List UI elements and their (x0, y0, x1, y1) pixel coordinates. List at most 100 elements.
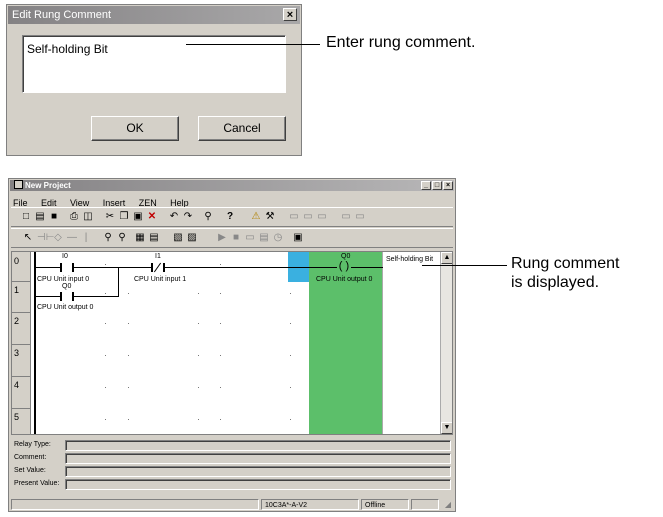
coil-q0-name: CPU Unit output 0 (316, 276, 373, 283)
transfer-2-icon[interactable]: ▭ (301, 210, 315, 224)
toolbar-2: ↖ ⊣⊢ ◇ — | ⚲ ⚲ ▦ ▤ ▧ ▨ ▶ ■ ▭ ▤ ◷ ▣ (11, 228, 453, 248)
branch-line-vertical-left (36, 267, 37, 297)
toolbar-1: □ ▤ ■ ⎙ ◫ ✂ ❐ ▣ ✕ ↶ ↷ ⚲ ? ⚠ ⚒ ▭ ▭ ▭ ▭ ▭ (11, 207, 453, 227)
save-icon[interactable]: ■ (47, 210, 61, 224)
scroll-down-arrow-icon[interactable]: ▼ (441, 422, 452, 434)
vertical-scrollbar[interactable]: ▲ ▼ (440, 252, 452, 434)
hline-icon[interactable]: — (65, 231, 79, 245)
callout-displayed-line1: Rung comment (511, 255, 620, 272)
row-number: 2 (14, 316, 20, 326)
warning-icon[interactable]: ⚠ (249, 210, 263, 224)
program-2-icon[interactable]: ▨ (185, 231, 199, 245)
rung-comment-display: Self-holding Bit (386, 256, 434, 263)
main-window: New Project _ □ × File Edit View Insert … (8, 178, 456, 512)
coil-icon[interactable]: ◇ (51, 231, 65, 245)
redo-icon[interactable]: ↷ (181, 210, 195, 224)
status-model: 10C3A*-A-V2 (261, 499, 359, 510)
contact-no-icon[interactable]: ⊣⊢ (37, 231, 54, 245)
resize-grip-icon[interactable]: ◢ (445, 500, 451, 509)
copy-icon[interactable]: ❐ (117, 210, 131, 224)
zoom-out-icon[interactable]: ⚲ (115, 231, 129, 245)
stop-icon[interactable]: ■ (229, 231, 243, 245)
ladder-editor[interactable]: 0 1 2 3 4 5 I0 CPU Unit input 0 I1 CPU U… (11, 251, 453, 435)
status-mode: Offline (361, 499, 409, 510)
contact-i1-address: I1 (155, 253, 161, 260)
transfer-5-icon[interactable]: ▭ (353, 210, 367, 224)
row-number: 1 (14, 285, 20, 295)
comment-label: Comment: (14, 454, 47, 461)
print-icon[interactable]: ⎙ (67, 210, 81, 224)
print-preview-icon[interactable]: ◫ (81, 210, 95, 224)
contact-i1-nc[interactable] (151, 262, 165, 273)
program-1-icon[interactable]: ▧ (171, 231, 185, 245)
contact-i0[interactable] (60, 263, 74, 272)
row-number: 4 (14, 380, 20, 390)
online-icon[interactable]: ▣ (291, 231, 305, 245)
status-extra (411, 499, 439, 510)
coil-q0[interactable]: ( ) (337, 261, 351, 273)
edit-rung-comment-dialog: Edit Rung Comment × Self-holding Bit OK … (6, 4, 302, 156)
minimize-button[interactable]: _ (421, 181, 431, 190)
dialog-title: Edit Rung Comment (12, 9, 112, 21)
zoom-in-icon[interactable]: ⚲ (101, 231, 115, 245)
main-titlebar: New Project (10, 180, 454, 191)
tool-icon[interactable]: ⚒ (263, 210, 277, 224)
callout-line-displayed (422, 265, 507, 266)
maximize-button[interactable]: □ (432, 181, 442, 190)
find-icon[interactable]: ⚲ (201, 210, 215, 224)
contact-q0-address: Q0 (62, 283, 72, 290)
delete-icon[interactable]: ✕ (145, 210, 159, 224)
select-icon[interactable]: ↖ (21, 231, 35, 245)
info-panel: Relay Type: Comment: Set Value: Present … (11, 439, 453, 495)
contact-i1-name: CPU Unit input 1 (134, 276, 187, 283)
dialog-close-button[interactable]: × (283, 8, 297, 21)
row-number: 5 (14, 412, 20, 422)
new-icon[interactable]: □ (19, 210, 33, 224)
grid-icon[interactable]: ▦ (133, 231, 147, 245)
branch-line-vertical-right (118, 267, 119, 297)
comment-field (65, 453, 451, 464)
comment-icon[interactable]: ▤ (147, 231, 161, 245)
cancel-button[interactable]: Cancel (198, 116, 286, 141)
vline-icon[interactable]: | (79, 231, 93, 245)
callout-displayed-line2: is displayed. (511, 274, 600, 291)
transfer-3-icon[interactable]: ▭ (315, 210, 329, 224)
ok-button[interactable]: OK (91, 116, 179, 141)
rung-comment-text: Self-holding Bit (27, 42, 108, 56)
contact-q0[interactable] (60, 292, 74, 301)
close-button[interactable]: × (443, 181, 453, 190)
present-value-label: Present Value: (14, 480, 60, 487)
app-icon (14, 180, 23, 189)
cut-icon[interactable]: ✂ (103, 210, 117, 224)
rung-1-line (36, 296, 118, 297)
run-icon[interactable]: ▶ (215, 231, 229, 245)
help-icon[interactable]: ? (223, 210, 237, 224)
dialog-titlebar: Edit Rung Comment (8, 6, 300, 24)
paste-icon[interactable]: ▣ (131, 210, 145, 224)
relay-type-field (65, 440, 451, 451)
row-number: 3 (14, 348, 20, 358)
scroll-up-arrow-icon[interactable]: ▲ (441, 252, 452, 264)
transfer-1-icon[interactable]: ▭ (287, 210, 301, 224)
set-value-field (65, 466, 451, 477)
status-bar: 10C3A*-A-V2 Offline ◢ (11, 497, 453, 511)
open-icon[interactable]: ▤ (33, 210, 47, 224)
callout-line-enter (186, 44, 320, 45)
present-value-field (65, 479, 451, 490)
row-number: 0 (14, 256, 20, 266)
rung-0-line (36, 267, 383, 268)
set-value-label: Set Value: (14, 467, 46, 474)
contact-q0-name: CPU Unit output 0 (37, 304, 94, 311)
status-blank (11, 499, 259, 510)
relay-type-label: Relay Type: (14, 441, 51, 448)
timer-icon[interactable]: ◷ (271, 231, 285, 245)
callout-enter-text: Enter rung comment. (326, 34, 476, 51)
transfer-4-icon[interactable]: ▭ (339, 210, 353, 224)
contact-i0-address: I0 (62, 253, 68, 260)
coil-q0-address: Q0 (341, 253, 351, 260)
menu-bar: File Edit View Insert ZEN Help (13, 193, 198, 208)
monitor-2-icon[interactable]: ▤ (257, 231, 271, 245)
monitor-1-icon[interactable]: ▭ (243, 231, 257, 245)
main-title: New Project (25, 181, 71, 190)
undo-icon[interactable]: ↶ (167, 210, 181, 224)
